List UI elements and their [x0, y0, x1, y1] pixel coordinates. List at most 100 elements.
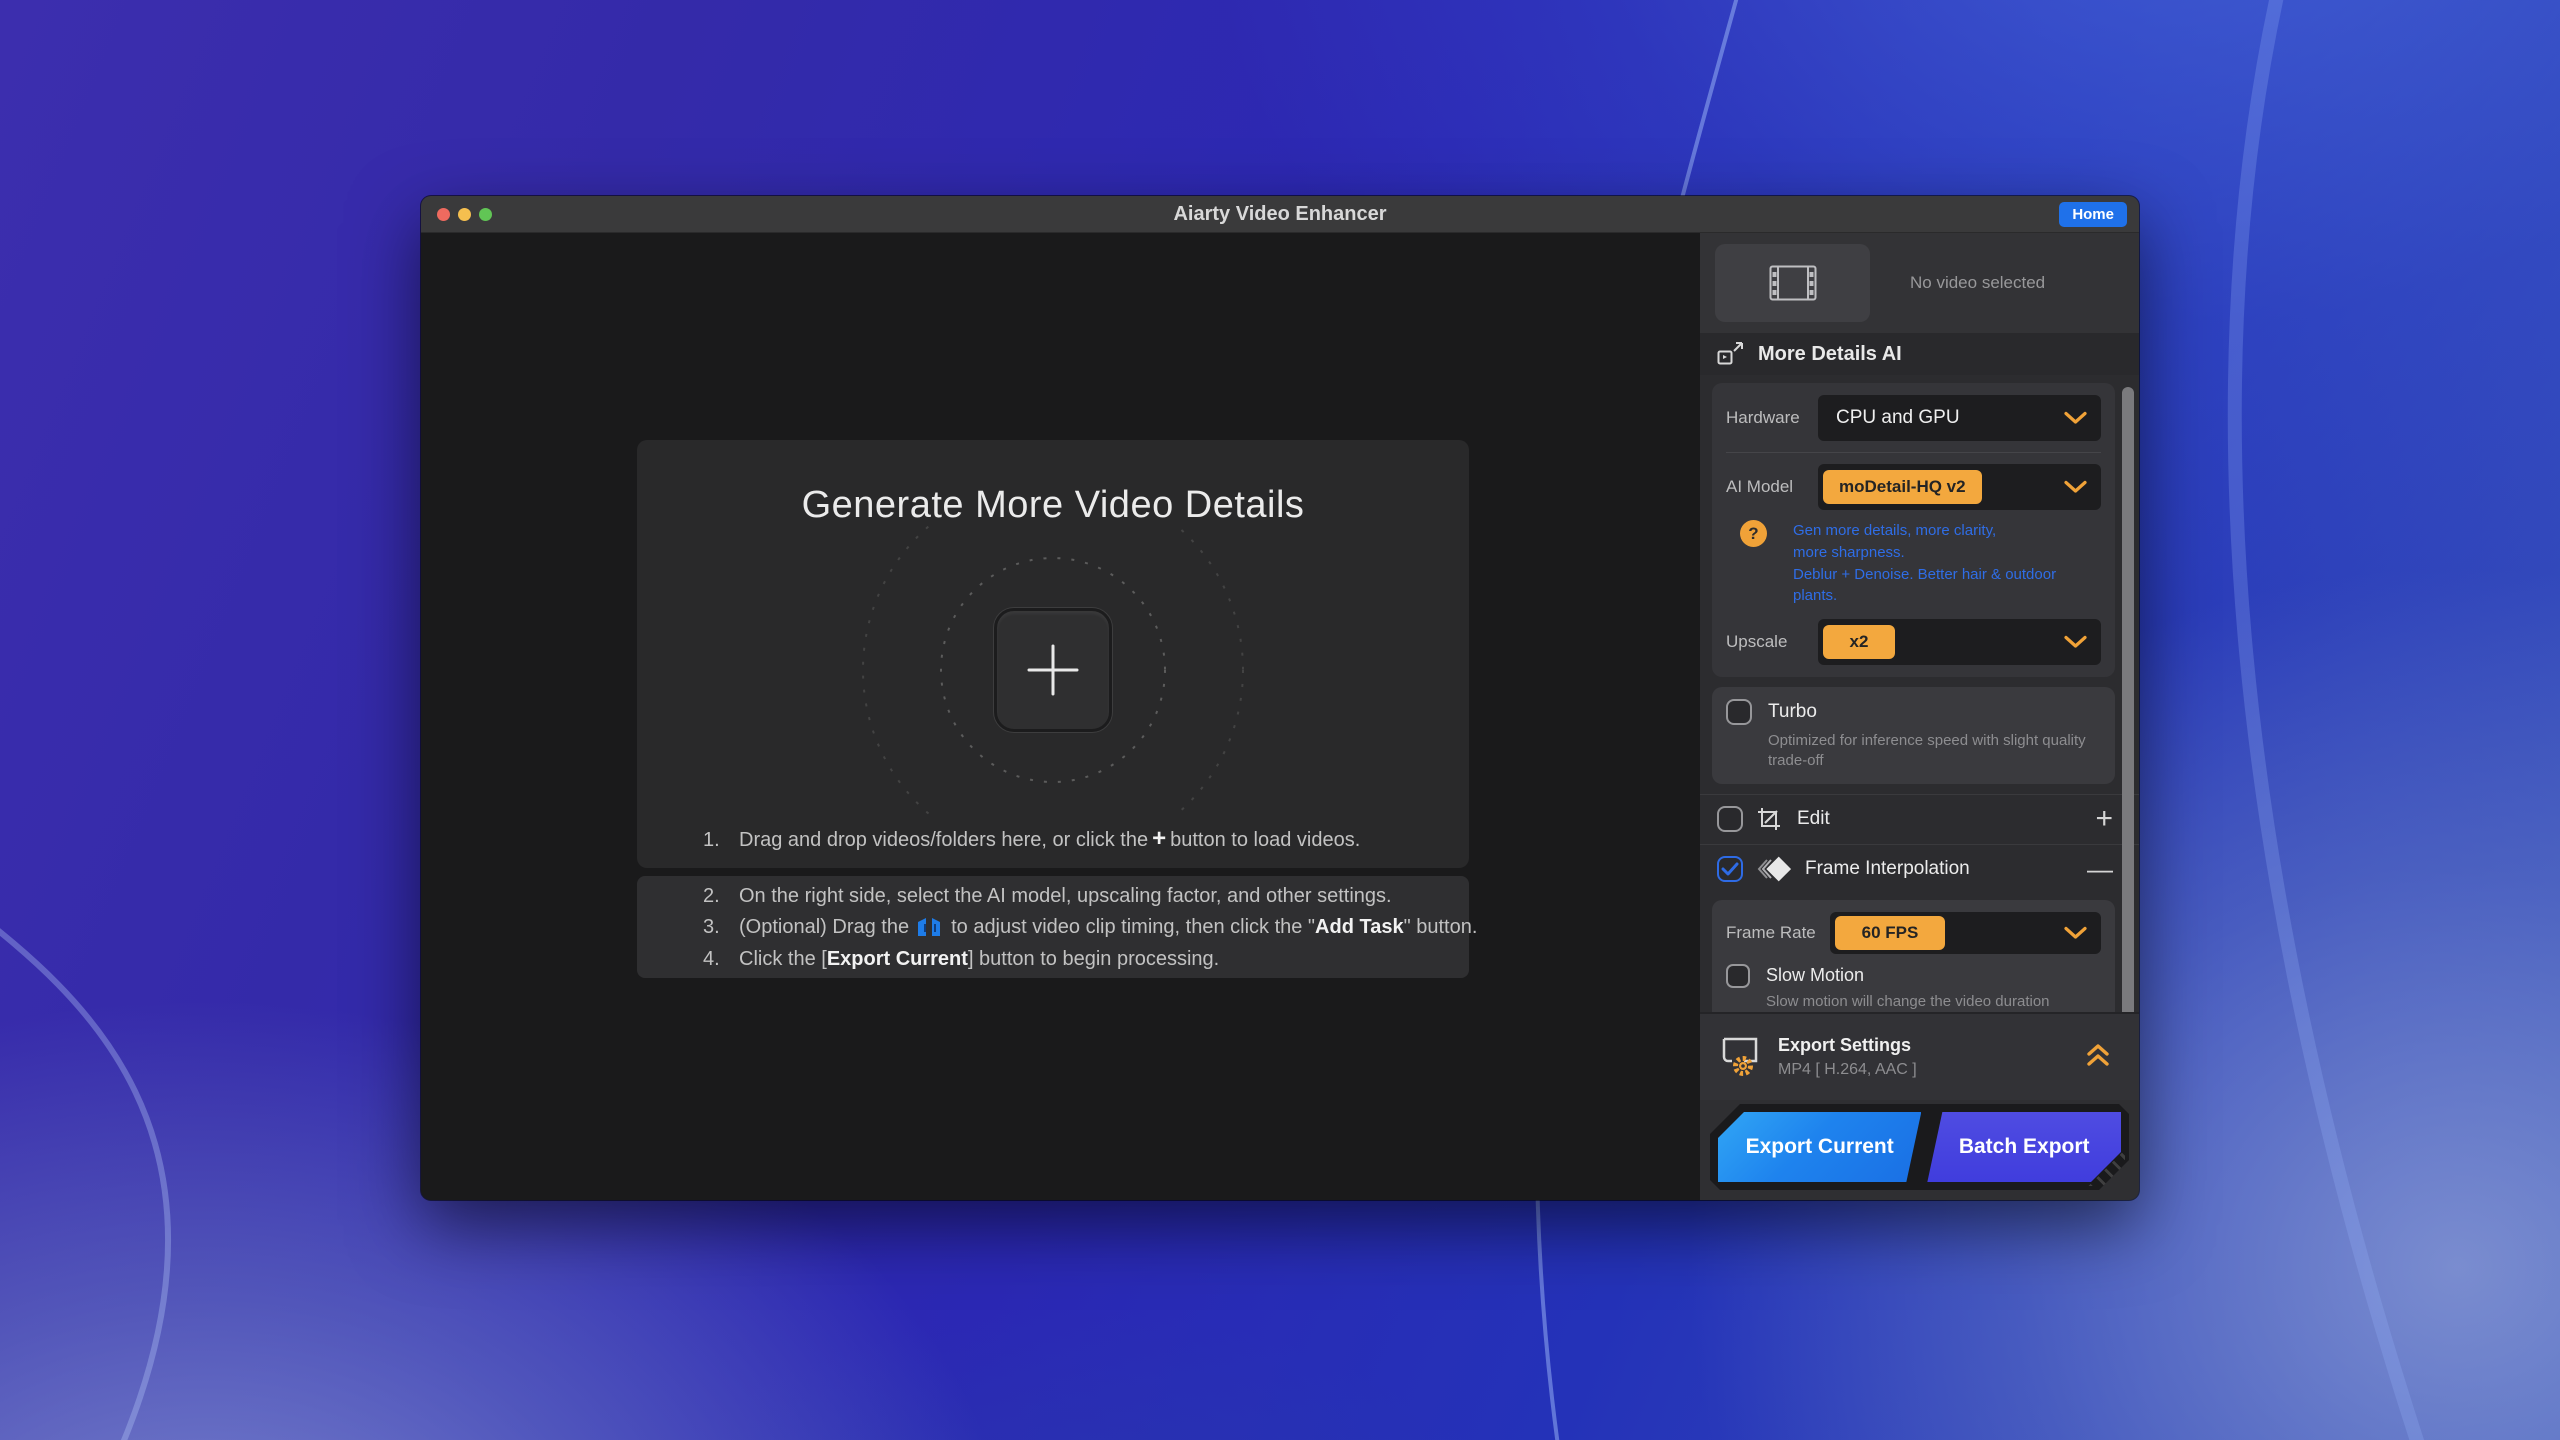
help-line: more sharpness. — [1793, 542, 2101, 564]
instructions-panel: 2. On the right side, select the AI mode… — [637, 876, 1469, 978]
add-video-button[interactable] — [994, 608, 1112, 732]
frame-interpolation-row: Frame Interpolation — — [1700, 844, 2139, 894]
turbo-panel: Turbo Optimized for inference speed with… — [1712, 687, 2115, 784]
frame-rate-select[interactable]: 60 FPS — [1830, 912, 2101, 954]
chevron-down-icon — [2064, 412, 2087, 425]
frame-rate-panel: Frame Rate 60 FPS Slow Motion — [1712, 900, 2115, 1013]
main-area: Generate More Video Details — [421, 233, 1700, 1200]
checkmark-icon — [1721, 862, 1739, 876]
instruction-number: 2. — [703, 884, 739, 908]
close-window-button[interactable] — [437, 208, 450, 221]
chevron-down-icon — [2064, 481, 2087, 494]
desktop-wallpaper: Aiarty Video Enhancer Home Generate More… — [0, 0, 2560, 1440]
turbo-row: Turbo — [1726, 699, 2101, 725]
upscale-select[interactable]: x2 — [1818, 619, 2101, 665]
ai-model-select[interactable]: moDetail-HQ v2 — [1818, 464, 2101, 510]
hardware-value: CPU and GPU — [1836, 407, 1960, 429]
video-preview-row: No video selected — [1700, 233, 2139, 333]
frame-rate-row: Frame Rate 60 FPS — [1726, 912, 2101, 954]
title-bar: Aiarty Video Enhancer Home — [421, 196, 2139, 233]
settings-scroll-area[interactable]: Hardware CPU and GPU AI Model — [1700, 375, 2139, 1012]
export-settings-texts: Export Settings MP4 [ H.264, AAC ] — [1778, 1035, 1917, 1079]
double-chevron-up-icon[interactable] — [2085, 1042, 2111, 1073]
ai-model-badge: moDetail-HQ v2 — [1823, 470, 1982, 504]
help-icon[interactable]: ? — [1740, 520, 1767, 547]
ai-model-row: AI Model moDetail-HQ v2 — [1726, 464, 2101, 510]
frame-rate-label: Frame Rate — [1726, 923, 1830, 943]
upscale-details-icon — [1717, 342, 1745, 366]
traffic-lights — [437, 208, 492, 221]
instruction-number: 4. — [703, 947, 739, 971]
zoom-window-button[interactable] — [479, 208, 492, 221]
app-window: Aiarty Video Enhancer Home Generate More… — [421, 196, 2139, 1200]
export-settings-row[interactable]: Export Settings MP4 [ H.264, AAC ] — [1700, 1012, 2139, 1100]
turbo-checkbox[interactable] — [1726, 699, 1752, 725]
batch-export-button[interactable]: Batch Export — [1927, 1112, 2121, 1182]
chevron-down-icon — [2064, 926, 2087, 939]
upscale-badge: x2 — [1823, 625, 1895, 659]
instruction-2: 2. On the right side, select the AI mode… — [703, 884, 1469, 908]
instruction-text: Click the [ — [739, 947, 827, 971]
help-line: Deblur + Denoise. Better hair & outdoor … — [1793, 564, 2101, 608]
instruction-text: button to load videos. — [1170, 828, 1360, 852]
instruction-text: ] button to begin processing. — [968, 947, 1219, 971]
frame-rate-badge: 60 FPS — [1835, 916, 1945, 950]
export-settings-icon — [1716, 1035, 1764, 1079]
instruction-text: On the right side, select the AI model, … — [739, 884, 1392, 908]
export-format-value: MP4 [ H.264, AAC ] — [1778, 1061, 1917, 1079]
turbo-label: Turbo — [1768, 701, 1817, 723]
section-title: More Details AI — [1758, 343, 1902, 366]
instruction-1: 1. Drag and drop videos/folders here, or… — [703, 825, 1449, 854]
expand-edit-icon[interactable]: + — [2095, 804, 2113, 834]
settings-sidebar: No video selected More Details AI Hardwa… — [1700, 233, 2139, 1200]
slow-motion-label: Slow Motion — [1766, 965, 1864, 986]
hardware-label: Hardware — [1726, 408, 1818, 428]
help-line: Gen more details, more clarity, — [1793, 520, 2101, 542]
instruction-4: 4. Click the [ Export Current ] button t… — [703, 947, 1469, 971]
add-task-reference: Add Task — [1315, 915, 1404, 939]
trim-handles-icon — [915, 916, 945, 938]
hardware-row: Hardware CPU and GPU — [1726, 395, 2101, 441]
slow-motion-description: Slow motion will change the video durati… — [1766, 992, 2101, 1012]
edit-label: Edit — [1797, 808, 1830, 830]
export-current-reference: Export Current — [827, 947, 968, 971]
instruction-3: 3. (Optional) Drag the to adjust video c… — [703, 915, 1469, 939]
instruction-number: 3. — [703, 915, 739, 939]
turbo-description: Optimized for inference speed with sligh… — [1768, 731, 2101, 772]
instruction-text: to adjust video clip timing, then click … — [951, 915, 1315, 939]
hardware-select[interactable]: CPU and GPU — [1818, 395, 2101, 441]
video-thumbnail-placeholder[interactable] — [1715, 244, 1870, 322]
ai-model-description: Gen more details, more clarity, more sha… — [1793, 520, 2101, 607]
inline-plus-icon: + — [1148, 825, 1170, 854]
ai-model-help: ? Gen more details, more clarity, more s… — [1726, 520, 2101, 607]
model-settings-panel: Hardware CPU and GPU AI Model — [1712, 383, 2115, 677]
upscale-row: Upscale x2 — [1726, 619, 2101, 665]
export-settings-title: Export Settings — [1778, 1035, 1917, 1056]
chevron-down-icon — [2064, 636, 2087, 649]
export-buttons-container: Export Current Batch Export — [1710, 1104, 2129, 1190]
minimize-window-button[interactable] — [458, 208, 471, 221]
plus-icon — [1023, 640, 1083, 700]
collapse-frame-interpolation-icon[interactable]: — — [2087, 856, 2113, 882]
edit-crop-icon — [1757, 807, 1783, 831]
ai-model-label: AI Model — [1726, 477, 1818, 497]
frame-interpolation-icon — [1757, 856, 1791, 882]
export-current-button[interactable]: Export Current — [1718, 1112, 1921, 1182]
sidebar-scrollbar[interactable] — [2122, 387, 2134, 1012]
no-video-status: No video selected — [1910, 273, 2045, 293]
slow-motion-checkbox[interactable] — [1726, 964, 1750, 988]
edit-checkbox[interactable] — [1717, 806, 1743, 832]
frame-interpolation-checkbox[interactable] — [1717, 856, 1743, 882]
divider — [1726, 452, 2101, 453]
section-header-more-details-ai: More Details AI — [1700, 333, 2139, 375]
edit-feature-row: Edit + — [1700, 794, 2139, 844]
instruction-text: Drag and drop videos/folders here, or cl… — [739, 828, 1148, 852]
upscale-label: Upscale — [1726, 632, 1818, 652]
drop-zone[interactable]: Generate More Video Details — [637, 440, 1469, 868]
instruction-text: (Optional) Drag the — [739, 915, 909, 939]
instruction-text: " button. — [1404, 915, 1478, 939]
home-button[interactable]: Home — [2059, 202, 2127, 227]
window-title: Aiarty Video Enhancer — [421, 203, 2139, 226]
frame-interpolation-label: Frame Interpolation — [1805, 858, 1970, 880]
filmstrip-icon — [1769, 265, 1817, 301]
